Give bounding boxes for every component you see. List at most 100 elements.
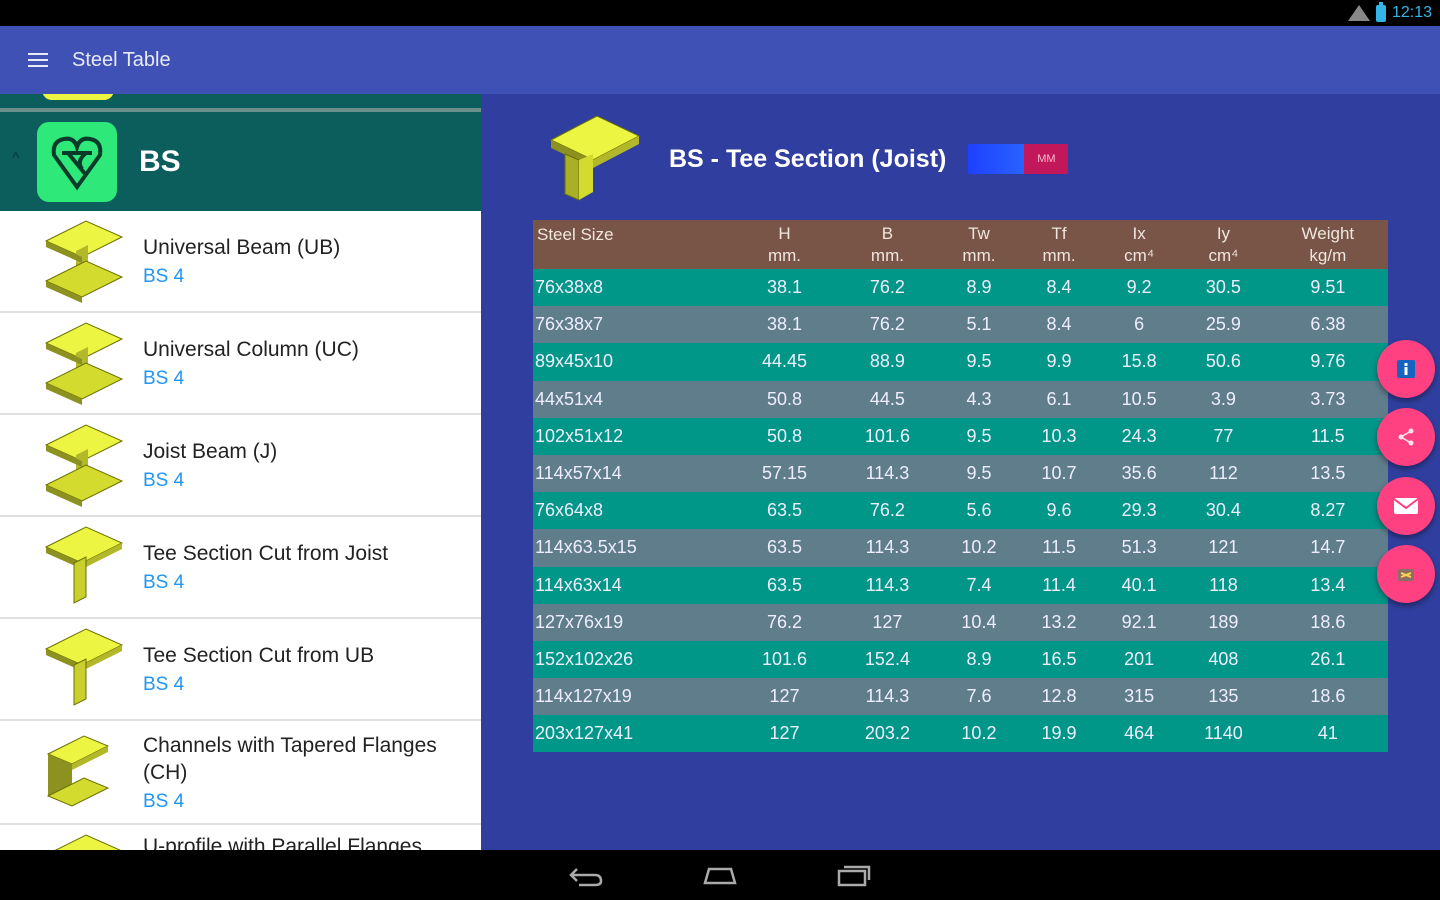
value-cell: 114.3 (835, 678, 939, 716)
status-time: 12:13 (1391, 4, 1432, 21)
table-row[interactable]: 89x45x10 44.45 88.9 9.5 9.9 15.8 50.6 9.76 (533, 343, 1388, 381)
table-row[interactable]: 102x51x12 50.8 101.6 9.5 10.3 24.3 77 11.5 (533, 417, 1388, 455)
status-icons: 12:13 (1347, 1, 1432, 22)
unit-mm-button[interactable]: MM (1024, 144, 1069, 174)
sidebar-item-label: Joist Beam (J) (143, 440, 278, 463)
value-cell: 8.9 (938, 269, 1019, 307)
value-cell: 6 (1099, 306, 1180, 344)
email-button[interactable] (1377, 477, 1435, 535)
steel-size-cell: 114x57x14 (533, 454, 733, 493)
sidebar-item-standard: BS 4 (143, 368, 185, 389)
value-cell: 12.8 (1019, 678, 1100, 716)
kitemark-logo-icon (37, 121, 117, 202)
value-cell: 127 (733, 715, 836, 753)
sidebar-item-standard: BS 4 (143, 674, 185, 695)
group-title: BS (139, 144, 181, 178)
value-cell: 101.6 (733, 640, 836, 679)
value-cell: 152.4 (835, 640, 939, 679)
value-cell: 121 (1179, 529, 1268, 567)
value-cell: 11.5 (1267, 417, 1388, 455)
unit-toggle-track[interactable] (968, 144, 1025, 174)
steel-size-cell: 114x63x14 (533, 566, 733, 604)
steel-size-cell: 114x127x19 (533, 678, 733, 716)
table-row[interactable]: 76x38x8 38.1 76.2 8.9 8.4 9.2 30.5 9.51 (533, 269, 1388, 307)
table-row[interactable]: 127x76x19 76.2 127 10.4 13.2 92.1 189 18.6 (533, 603, 1388, 641)
value-cell: 10.4 (938, 603, 1019, 641)
share-button[interactable] (1377, 408, 1435, 466)
value-cell: 38.1 (733, 306, 836, 344)
table-row[interactable]: 114x57x14 57.15 114.3 9.5 10.7 35.6 112 13.5 (533, 454, 1388, 493)
value-cell: 9.5 (938, 417, 1019, 455)
wifi-icon (1347, 5, 1370, 21)
sidebar-item-u-profile[interactable]: U-profile with Parallel Flanges (0, 825, 481, 850)
value-cell: 118 (1179, 566, 1268, 604)
sidebar-item-universal-column[interactable]: Universal Column (UC) BS 4 (0, 313, 481, 415)
steel-size-cell: 127x76x19 (533, 603, 733, 641)
home-button[interactable] (701, 863, 739, 887)
value-cell: 76.2 (835, 492, 939, 530)
value-cell: 29.3 (1099, 492, 1180, 530)
value-cell: 114.3 (835, 454, 939, 493)
value-cell: 24.3 (1099, 417, 1180, 455)
channel-section-icon (46, 735, 110, 807)
value-cell: 101.6 (835, 417, 939, 455)
value-cell: 25.9 (1179, 306, 1268, 344)
value-cell: 3.9 (1179, 380, 1268, 418)
sidebar: ^ BS Universal Beam (UB) BS 4 Universal … (0, 94, 481, 850)
group-header-bs[interactable]: ^ BS (0, 112, 481, 211)
battery-icon (1375, 1, 1386, 22)
value-cell: 51.3 (1099, 529, 1180, 567)
recents-button[interactable] (835, 863, 873, 887)
info-icon (1397, 360, 1415, 378)
table-row[interactable]: 76x38x7 38.1 76.2 5.1 8.4 6 25.9 6.38 (533, 306, 1388, 344)
sidebar-item-joist-beam[interactable]: Joist Beam (J) BS 4 (0, 415, 481, 517)
steel-size-cell: 203x127x41 (533, 715, 733, 753)
previous-group-strip[interactable] (0, 94, 481, 112)
value-cell: 40.1 (1099, 566, 1180, 604)
value-cell: 6.1 (1019, 380, 1100, 418)
table-row[interactable]: 203x127x41 127 203.2 10.2 19.9 464 1140 41 (533, 715, 1388, 753)
value-cell: 203.2 (835, 715, 939, 753)
sidebar-item-label: U-profile with Parallel Flanges (143, 835, 422, 850)
steel-size-cell: 76x64x8 (533, 492, 733, 530)
value-cell: 4.3 (938, 380, 1019, 418)
menu-icon[interactable] (28, 53, 48, 67)
sidebar-item-tee-ub[interactable]: Tee Section Cut from UB BS 4 (0, 619, 481, 721)
column-header: Ix cm⁴ (1099, 220, 1180, 269)
value-cell: 26.1 (1267, 640, 1388, 679)
back-button[interactable] (567, 863, 605, 887)
value-cell: 315 (1099, 678, 1180, 716)
value-cell: 127 (835, 603, 939, 641)
sidebar-item-universal-beam[interactable]: Universal Beam (UB) BS 4 (0, 211, 481, 313)
sidebar-item-tee-joist[interactable]: Tee Section Cut from Joist BS 4 (0, 517, 481, 619)
table-row[interactable]: 114x63.5x15 63.5 114.3 10.2 11.5 51.3 121 14.7 (533, 529, 1388, 567)
steel-size-cell: 102x51x12 (533, 417, 733, 455)
sidebar-item-label: Channels with Tapered Flanges (CH) (143, 733, 437, 784)
sidebar-item-standard: BS 4 (143, 572, 185, 593)
table-row[interactable]: 152x102x26 101.6 152.4 8.9 16.5 201 408 26.1 (533, 640, 1388, 679)
value-cell: 9.5 (938, 454, 1019, 493)
value-cell: 9.76 (1267, 343, 1388, 381)
i-beam-icon (44, 322, 124, 405)
column-header: Hmm. (733, 220, 836, 269)
value-cell: 10.3 (1019, 417, 1100, 455)
value-cell: 38.1 (733, 269, 836, 307)
section-header: BS - Tee Section (Joist) MM (547, 114, 1069, 204)
sidebar-item-channels[interactable]: Channels with Tapered Flanges (CH) BS 4 (0, 721, 481, 825)
status-bar: 12:13 (0, 0, 1440, 26)
steel-size-cell: 114x63.5x15 (533, 529, 733, 567)
pdf-icon (1398, 569, 1414, 581)
value-cell: 9.6 (1019, 492, 1100, 530)
value-cell: 10.7 (1019, 454, 1100, 493)
pdf-button[interactable] (1377, 545, 1435, 603)
value-cell: 11.4 (1019, 566, 1100, 604)
value-cell: 3.73 (1267, 380, 1388, 418)
table-row[interactable]: 114x63x14 63.5 114.3 7.4 11.4 40.1 118 13.4 (533, 566, 1388, 604)
unit-toggle[interactable]: MM (968, 144, 1069, 174)
table-row[interactable]: 114x127x19 127 114.3 7.6 12.8 315 135 18.6 (533, 678, 1388, 716)
mail-icon (1393, 498, 1419, 514)
table-row[interactable]: 76x64x8 63.5 76.2 5.6 9.6 29.3 30.4 8.27 (533, 492, 1388, 530)
info-button[interactable] (1377, 340, 1435, 398)
table-row[interactable]: 44x51x4 50.8 44.5 4.3 6.1 10.5 3.9 3.73 (533, 380, 1388, 418)
value-cell: 30.4 (1179, 492, 1268, 530)
